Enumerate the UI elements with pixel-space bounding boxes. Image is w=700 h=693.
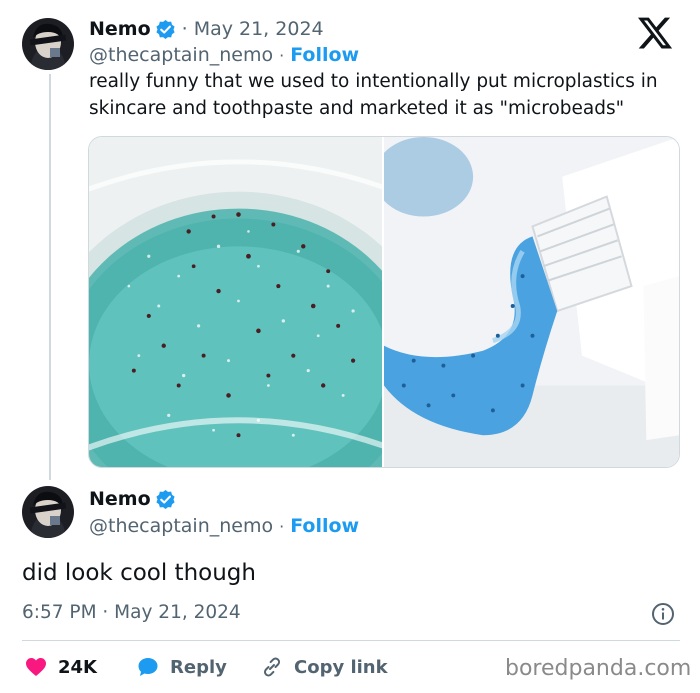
reply-bubble-icon (138, 658, 158, 676)
reply-text: did look cool though (22, 560, 256, 586)
author-name[interactable]: Nemo (89, 18, 151, 40)
reply-button[interactable]: Reply (136, 655, 227, 679)
author-name-row: Nemo · May 21, 2024 (89, 18, 324, 40)
tweet-text: really funny that we used to intentional… (89, 71, 658, 119)
verified-badge-icon (156, 19, 175, 39)
copy-link-label: Copy link (294, 656, 388, 678)
toothpaste-tube-image[interactable] (382, 137, 679, 467)
separator-dot: · (181, 18, 188, 40)
like-button[interactable]: 24K (24, 655, 97, 679)
reply-timestamp[interactable]: 6:57 PM · May 21, 2024 (22, 602, 241, 623)
link-icon (263, 657, 281, 677)
separator-dot: · (279, 516, 285, 536)
reply-follow-button[interactable]: Follow (290, 515, 359, 537)
x-logo-icon[interactable] (636, 14, 674, 52)
reply-author-handle[interactable]: @thecaptain_nemo (89, 515, 273, 537)
author-avatar[interactable] (22, 18, 74, 70)
heart-icon (26, 658, 46, 676)
microbead-gel-image[interactable] (89, 137, 382, 467)
tweet-date[interactable]: May 21, 2024 (194, 18, 324, 40)
watermark: boredpanda.com (505, 656, 692, 681)
follow-button[interactable]: Follow (290, 44, 359, 66)
author-handle-row: @thecaptain_nemo · Follow (89, 44, 359, 66)
reply-author-name[interactable]: Nemo (89, 488, 151, 510)
tweet-media-grid[interactable] (88, 136, 680, 468)
divider (22, 640, 680, 641)
separator-dot: · (279, 45, 285, 65)
reply-author-handle-row: @thecaptain_nemo · Follow (89, 515, 359, 537)
info-icon[interactable] (651, 602, 675, 626)
reply-author-avatar[interactable] (22, 486, 74, 538)
copy-link-button[interactable]: Copy link (260, 655, 388, 679)
author-handle[interactable]: @thecaptain_nemo (89, 44, 273, 66)
verified-badge-icon (156, 489, 175, 509)
reply-label: Reply (170, 656, 227, 678)
thread-connector-line (49, 74, 51, 480)
like-count: 24K (58, 656, 97, 678)
reply-author-name-row: Nemo (89, 488, 176, 510)
